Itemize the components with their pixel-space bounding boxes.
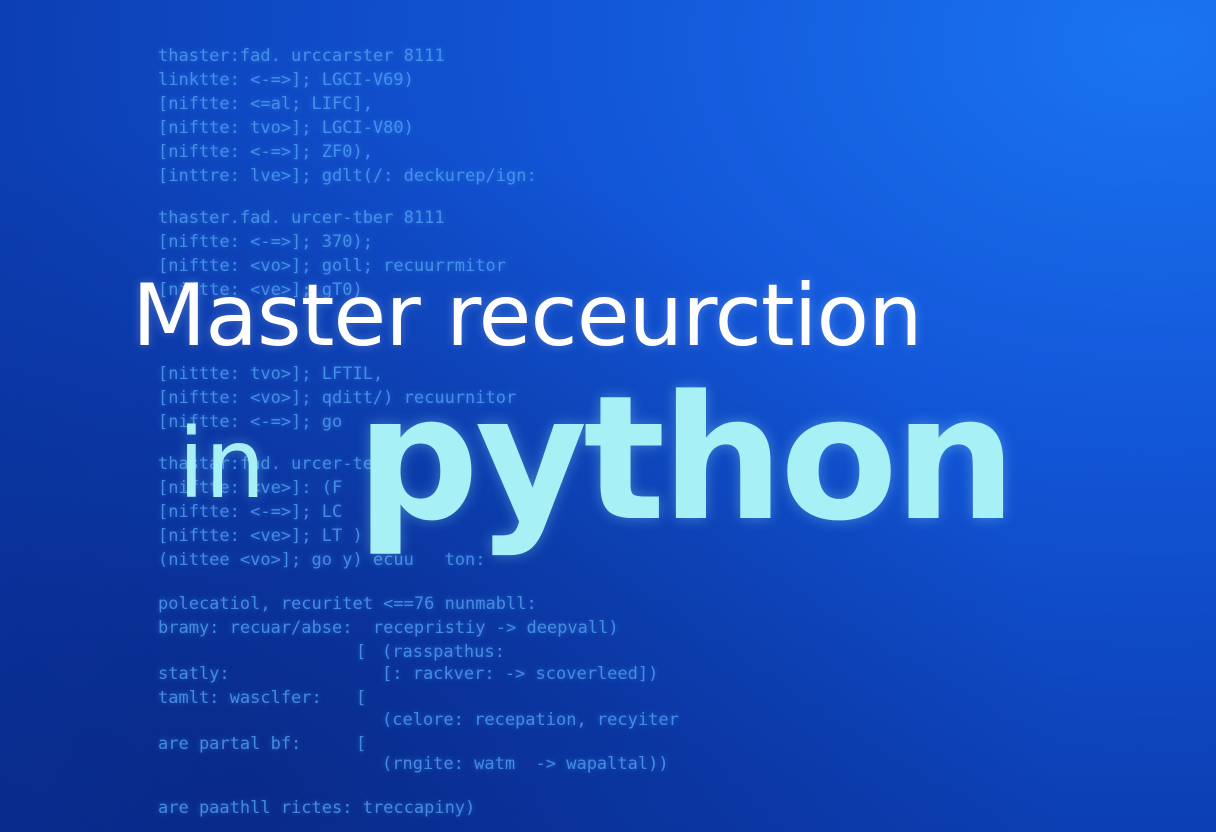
headline-python-word: python [356, 358, 1017, 559]
code-line: linktte: <-=>]; LGCI-V69) [158, 70, 414, 90]
code-line: [niftte: <=al; LIFC], [158, 94, 373, 114]
code-line: [inttre: lve>]; gdlt(/: deckurep/ign: [158, 166, 537, 186]
code-line: [niftte: <-=>]; ZF0), [158, 142, 373, 162]
headline-title: Master receurction [132, 266, 923, 366]
code-line: [: rackver: -> scoverleed]) [382, 664, 659, 684]
code-bracket: [ [356, 734, 367, 754]
code-line: polecatiol, recuritet <==76 nunmabll: [158, 594, 537, 614]
headline-in-word: in [178, 408, 266, 520]
code-line: statly: [158, 664, 230, 684]
code-line: tamlt: wasclfer: [158, 688, 322, 708]
code-line: are paathll rictes: treccapiny) [158, 798, 476, 818]
code-line: [niftte: tvo>]; LGCI-V80) [158, 118, 414, 138]
code-line: (celore: recepation, recyiter [382, 710, 679, 730]
code-bracket: [ [356, 642, 367, 662]
code-line: thaster:fad. urccarster 8111 [158, 46, 445, 66]
code-line: thaster.fad. urcer-tber 8111 [158, 208, 445, 228]
code-line: [niftte: <-=>]; 370); [158, 232, 373, 252]
code-line: are partal bf: [158, 734, 302, 754]
code-bracket: [ [356, 688, 367, 708]
code-line: [niftte: <ve>]; LT ) [158, 526, 363, 546]
code-line: bramy: recuar/abse: recepristiy -> deepv… [158, 618, 619, 638]
code-line: (rngite: watm -> wapaltal)) [382, 754, 669, 774]
code-line: (rasspathus: [382, 642, 505, 662]
